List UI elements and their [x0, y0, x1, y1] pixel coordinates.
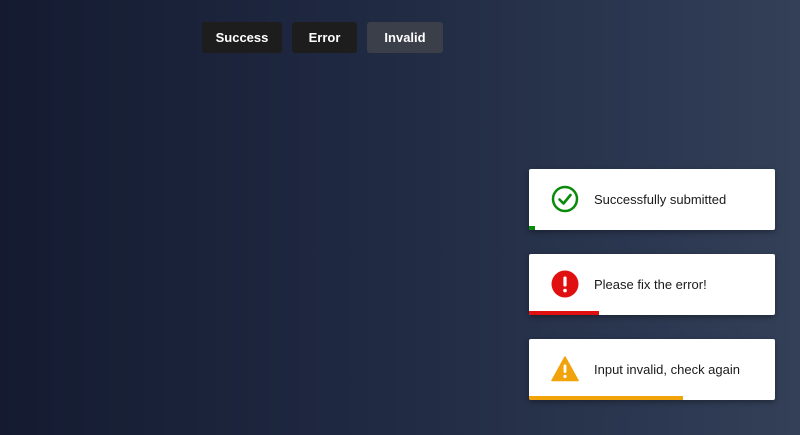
check-circle-icon: [551, 185, 579, 213]
toast-invalid[interactable]: Input invalid, check again: [529, 339, 775, 400]
warning-triangle-icon: [551, 355, 579, 383]
toast-message: Input invalid, check again: [594, 362, 740, 377]
toast-message: Successfully submitted: [594, 192, 727, 207]
toast-progress-bar: [529, 226, 536, 230]
button-bar: Success Error Invalid: [202, 22, 443, 53]
error-button[interactable]: Error: [292, 22, 357, 53]
exclamation-circle-icon: [551, 270, 579, 298]
invalid-button[interactable]: Invalid: [367, 22, 443, 53]
toast-message: Please fix the error!: [594, 277, 707, 292]
toast-progress-bar: [529, 311, 600, 315]
toast-error[interactable]: Please fix the error!: [529, 254, 775, 315]
toast-success[interactable]: Successfully submitted: [529, 169, 775, 230]
toast-progress-bar: [529, 396, 683, 400]
toast-stack: Successfully submitted Please fix the er…: [529, 169, 775, 424]
success-button[interactable]: Success: [202, 22, 282, 53]
